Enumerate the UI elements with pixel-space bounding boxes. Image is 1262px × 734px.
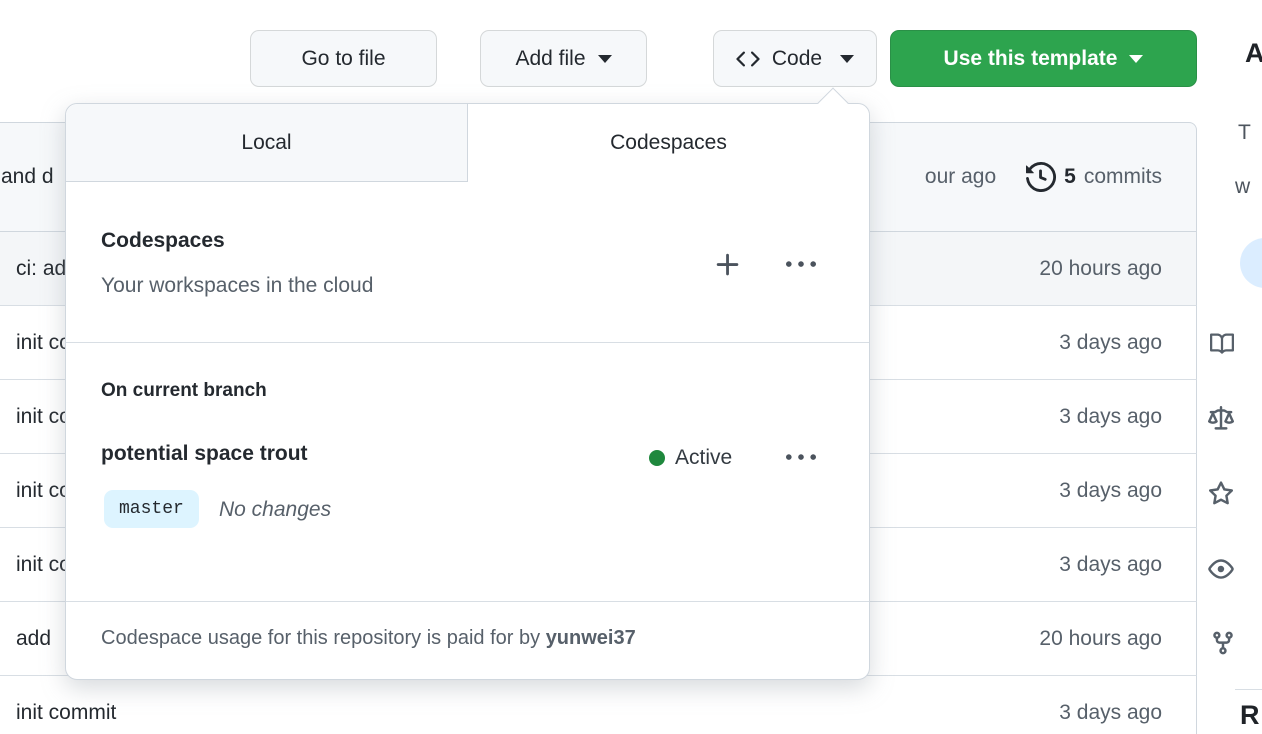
- codespace-name[interactable]: potential space trout: [101, 442, 308, 466]
- about-heading-fragment: A: [1245, 38, 1262, 68]
- sidebar-divider: [1235, 689, 1262, 690]
- row-time: 3 days ago: [1059, 552, 1162, 576]
- codespaces-title: Codespaces: [101, 229, 225, 252]
- popover-divider: [66, 342, 869, 343]
- chevron-down-icon: [1129, 54, 1144, 63]
- repo-description-fragment: T: [1238, 121, 1251, 144]
- footer-owner: yunwei37: [545, 627, 636, 649]
- chevron-down-icon: [840, 54, 855, 63]
- code-icon: [736, 47, 760, 71]
- row-time: 3 days ago: [1059, 700, 1162, 724]
- topic-pill[interactable]: [1240, 238, 1262, 288]
- star-icon: [1208, 481, 1234, 512]
- popover-divider: [66, 601, 869, 602]
- branch-badge[interactable]: master: [104, 490, 199, 528]
- code-button[interactable]: Code: [713, 30, 877, 87]
- repo-description-fragment: w: [1235, 175, 1251, 198]
- kebab-horizontal-icon[interactable]: [786, 443, 816, 473]
- commit-time-fragment: our ago: [924, 165, 997, 188]
- add-file-label: Add file: [515, 46, 586, 70]
- book-icon: [1210, 332, 1235, 361]
- plus-icon[interactable]: [713, 250, 743, 280]
- fork-icon: [1210, 630, 1236, 661]
- commit-count[interactable]: 5: [1064, 165, 1076, 189]
- commit-message-fragment: and d: [1, 165, 54, 188]
- codespace-usage-footer: Codespace usage for this repository is p…: [101, 627, 636, 650]
- footer-text: Codespace usage for this repository is p…: [101, 627, 541, 649]
- history-clock-icon: [1026, 162, 1057, 192]
- row-commit-message[interactable]: ci: ad: [16, 257, 66, 281]
- codespaces-subtitle: Your workspaces in the cloud: [101, 274, 374, 297]
- no-changes-note: No changes: [219, 498, 332, 521]
- row-commit-message[interactable]: init co: [16, 479, 71, 503]
- commits-label[interactable]: commits: [1084, 165, 1162, 189]
- status-label: Active: [675, 446, 733, 469]
- law-icon: [1208, 406, 1234, 437]
- releases-heading-fragment: R: [1240, 700, 1260, 730]
- row-time: 3 days ago: [1059, 478, 1162, 502]
- row-commit-message[interactable]: init commit: [16, 701, 116, 725]
- status-dot-icon: [649, 450, 665, 466]
- on-current-branch-label: On current branch: [101, 380, 267, 401]
- table-row[interactable]: init commit 3 days ago: [0, 676, 1197, 734]
- code-label: Code: [771, 46, 823, 70]
- row-commit-message[interactable]: init co: [16, 405, 71, 429]
- use-this-template-label: Use this template: [943, 46, 1118, 70]
- row-time: 20 hours ago: [1039, 626, 1162, 650]
- tab-codespaces[interactable]: Codespaces: [468, 104, 869, 182]
- row-time: 3 days ago: [1059, 404, 1162, 428]
- use-this-template-button[interactable]: Use this template: [890, 30, 1197, 87]
- codespace-status: Active: [649, 446, 732, 470]
- repository-page: and d our ago 5 commits ci: ad 20 hours …: [0, 0, 1262, 734]
- row-commit-message[interactable]: init co: [16, 553, 71, 577]
- row-time: 20 hours ago: [1039, 256, 1162, 280]
- go-to-file-button[interactable]: Go to file: [250, 30, 437, 87]
- go-to-file-label: Go to file: [301, 46, 386, 70]
- tab-local[interactable]: Local: [66, 104, 468, 182]
- row-time: 3 days ago: [1059, 330, 1162, 354]
- row-commit-message[interactable]: init co: [16, 331, 71, 355]
- kebab-horizontal-icon[interactable]: [786, 250, 816, 280]
- eye-icon: [1208, 556, 1234, 587]
- popover-tabs: Local Codespaces: [66, 104, 869, 182]
- add-file-button[interactable]: Add file: [480, 30, 647, 87]
- code-dropdown-popover: Local Codespaces Codespaces Your workspa…: [65, 87, 870, 680]
- row-commit-message[interactable]: add: [16, 627, 51, 651]
- chevron-down-icon: [597, 54, 612, 63]
